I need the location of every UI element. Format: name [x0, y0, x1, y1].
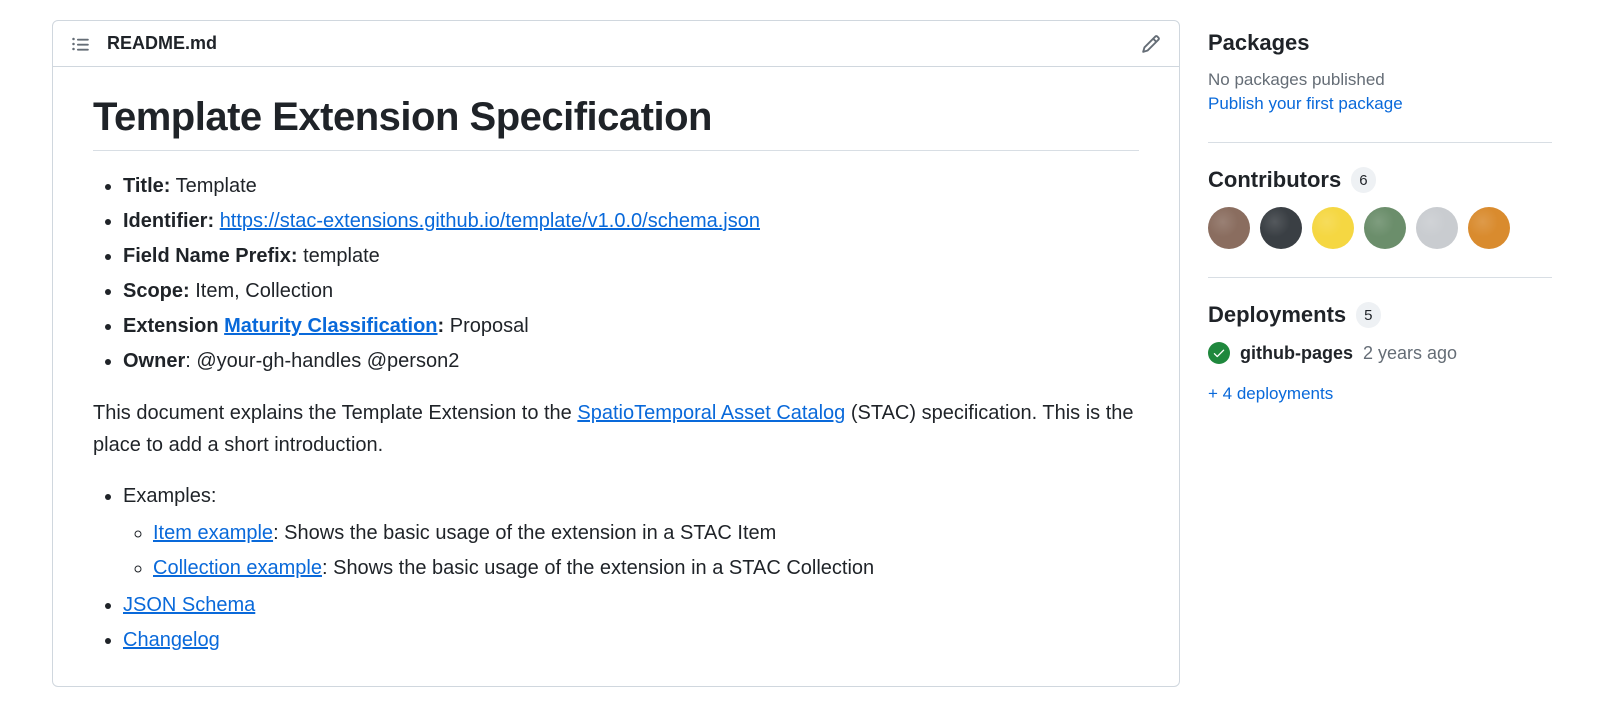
packages-heading[interactable]: Packages	[1208, 30, 1552, 56]
contributor-avatar[interactable]	[1208, 207, 1250, 249]
item-example-link[interactable]: Item example	[153, 522, 273, 544]
deployments-section: Deployments 5 github-pages 2 years ago +…	[1208, 302, 1552, 404]
sidebar: Packages No packages published Publish y…	[1180, 0, 1600, 717]
collection-example-link[interactable]: Collection example	[153, 557, 322, 579]
intro-paragraph: This document explains the Template Exte…	[93, 397, 1139, 461]
maturity-link[interactable]: Maturity Classification	[224, 315, 437, 337]
deployments-heading[interactable]: Deployments 5	[1208, 302, 1552, 328]
contributor-avatar[interactable]	[1416, 207, 1458, 249]
deployment-row[interactable]: github-pages 2 years ago	[1208, 342, 1552, 364]
collection-example-row: Collection example: Shows the basic usag…	[153, 551, 1139, 586]
readme-box: README.md Template Extension Specificati…	[52, 20, 1180, 687]
divider	[1208, 277, 1552, 278]
changelog-link[interactable]: Changelog	[123, 629, 220, 651]
meta-scope: Scope: Item, Collection	[123, 274, 1139, 309]
article-heading: Template Extension Specification	[93, 95, 1139, 151]
publish-package-link[interactable]: Publish your first package	[1208, 94, 1403, 114]
deployment-time: 2 years ago	[1363, 343, 1457, 364]
contributor-avatar[interactable]	[1364, 207, 1406, 249]
readme-filename[interactable]: README.md	[107, 33, 217, 54]
contributor-avatar[interactable]	[1468, 207, 1510, 249]
readme-header: README.md	[53, 21, 1179, 67]
readme-body: Template Extension Specification Title: …	[53, 67, 1179, 686]
meta-prefix: Field Name Prefix: template	[123, 239, 1139, 274]
contributors-count: 6	[1351, 167, 1375, 193]
contributors-heading[interactable]: Contributors 6	[1208, 167, 1552, 193]
stac-link[interactable]: SpatioTemporal Asset Catalog	[577, 402, 845, 424]
contributor-avatar[interactable]	[1312, 207, 1354, 249]
item-example-row: Item example: Shows the basic usage of t…	[153, 516, 1139, 551]
json-schema-row: JSON Schema	[123, 588, 1139, 623]
contributors-section: Contributors 6	[1208, 167, 1552, 249]
meta-identifier: Identifier: https://stac-extensions.gith…	[123, 204, 1139, 239]
examples-label: Examples: Item example: Shows the basic …	[123, 479, 1139, 586]
list-icon[interactable]	[71, 34, 91, 54]
meta-owner: Owner: @your-gh-handles @person2	[123, 344, 1139, 379]
deployments-count: 5	[1356, 302, 1380, 328]
meta-maturity: Extension Maturity Classification: Propo…	[123, 309, 1139, 344]
packages-empty-text: No packages published	[1208, 70, 1552, 90]
meta-title: Title: Template	[123, 169, 1139, 204]
identifier-link[interactable]: https://stac-extensions.github.io/templa…	[220, 210, 760, 232]
contributor-avatar[interactable]	[1260, 207, 1302, 249]
deployment-env: github-pages	[1240, 343, 1353, 364]
json-schema-link[interactable]: JSON Schema	[123, 594, 255, 616]
pencil-icon[interactable]	[1141, 34, 1161, 54]
divider	[1208, 142, 1552, 143]
changelog-row: Changelog	[123, 623, 1139, 658]
packages-section: Packages No packages published Publish y…	[1208, 30, 1552, 114]
more-deployments-link[interactable]: + 4 deployments	[1208, 384, 1333, 404]
check-circle-icon	[1208, 342, 1230, 364]
